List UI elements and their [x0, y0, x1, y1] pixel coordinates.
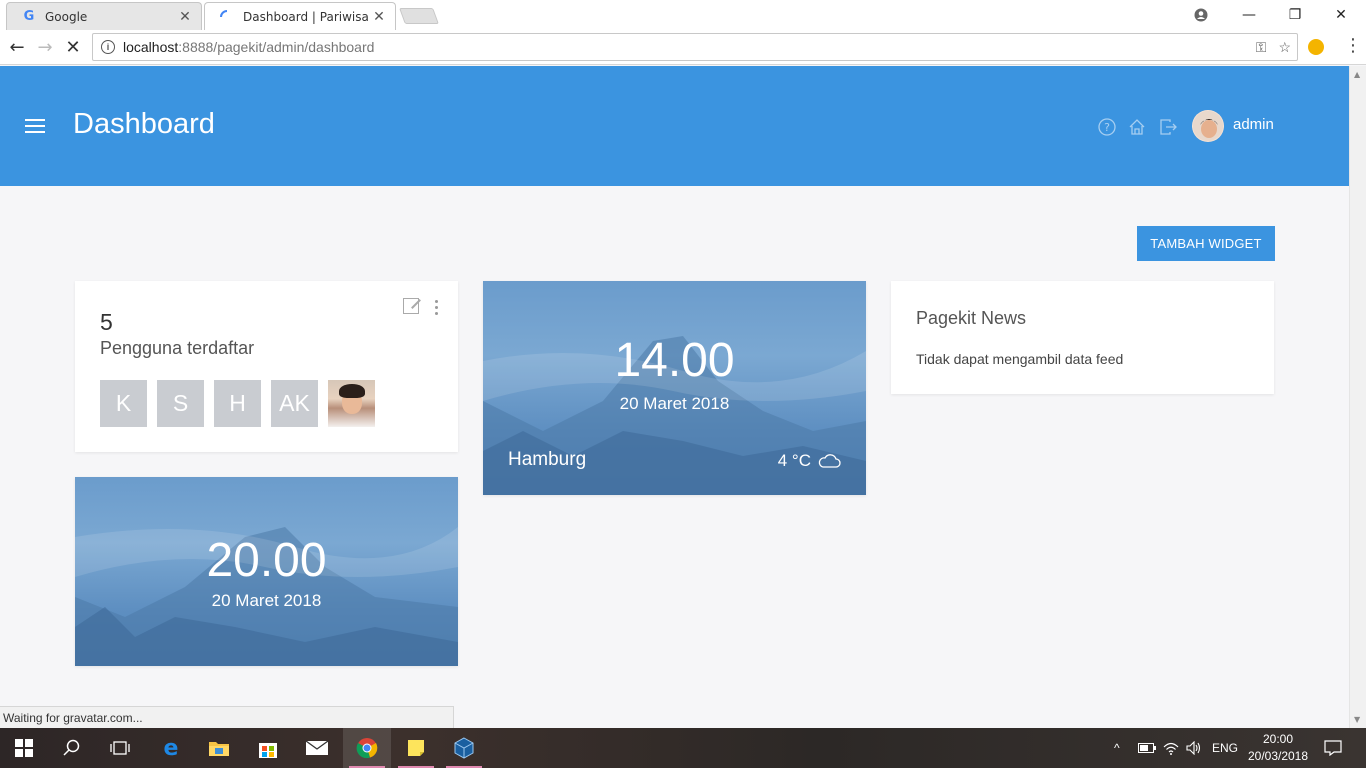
help-icon[interactable]: ? — [1098, 118, 1116, 136]
restore-icon[interactable]: ❐ — [1272, 0, 1318, 30]
volume-icon[interactable] — [1186, 728, 1202, 768]
new-tab-button[interactable] — [399, 8, 439, 24]
browser-toolbar: ← → ✕ i localhost:8888/pagekit/admin/das… — [0, 30, 1366, 65]
user-avatar-tile[interactable]: H — [214, 380, 261, 427]
more-options-icon[interactable] — [435, 298, 438, 315]
weather-info: 4 °C — [778, 451, 841, 471]
user-count: 5 — [100, 309, 113, 335]
user-avatar-tile[interactable]: S — [157, 380, 204, 427]
svg-text:e: e — [164, 737, 179, 759]
site-info-icon[interactable]: i — [101, 40, 115, 54]
bookmark-star-icon[interactable]: ☆ — [1278, 39, 1291, 56]
tab-dashboard[interactable]: Dashboard | Pariwisata ✕ — [204, 2, 396, 30]
windows-taskbar: e ^ ENG 20:00 20/03/2018 — [0, 728, 1366, 768]
address-bar[interactable]: i localhost:8888/pagekit/admin/dashboard… — [92, 33, 1298, 61]
key-icon[interactable]: ⚿ — [1256, 39, 1267, 56]
user-avatar-tile[interactable]: AK — [271, 380, 318, 427]
search-icon[interactable] — [48, 728, 96, 768]
task-view-icon[interactable] — [96, 728, 144, 768]
clock-widget-hamburg: 14.00 20 Maret 2018 Hamburg 4 °C — [483, 281, 866, 495]
city-name: Hamburg — [508, 449, 587, 470]
wifi-icon[interactable] — [1163, 728, 1179, 768]
forward-icon[interactable]: → — [34, 36, 56, 58]
clock-date: 20 Maret 2018 — [619, 394, 730, 413]
news-widget: Pagekit News Tidak dapat mengambil data … — [891, 281, 1274, 394]
show-hidden-icons[interactable]: ^ — [1114, 728, 1120, 768]
tab-title: Google — [45, 9, 88, 24]
mail-icon[interactable] — [293, 728, 341, 768]
sticky-notes-icon[interactable] — [392, 728, 440, 768]
add-widget-button[interactable]: Tambah Widget — [1137, 226, 1275, 261]
file-explorer-icon[interactable] — [195, 728, 243, 768]
news-title: Pagekit News — [916, 308, 1027, 328]
url-host: localhost — [123, 39, 179, 55]
url-path: :8888/pagekit/admin/dashboard — [178, 39, 375, 55]
user-avatar[interactable] — [1192, 110, 1224, 142]
user-avatar-photo[interactable] — [328, 380, 375, 427]
language-indicator[interactable]: ENG — [1212, 728, 1238, 768]
clock-time: 20.00 — [206, 534, 327, 587]
clock-time: 14.00 — [614, 334, 735, 387]
minimize-icon[interactable]: — — [1226, 0, 1272, 30]
user-avatar-tile[interactable]: K — [100, 380, 147, 427]
users-widget: 5 Pengguna terdaftar K S H AK — [75, 281, 458, 452]
clock-date: 20 Maret 2018 — [211, 591, 322, 610]
close-tab-icon[interactable]: ✕ — [369, 9, 389, 25]
browser-status-bar: Waiting for gravatar.com... — [0, 706, 454, 728]
browser-menu-icon[interactable]: ⋮ — [1344, 35, 1362, 56]
user-count-label: Pengguna terdaftar — [100, 338, 255, 358]
virtualbox-icon[interactable] — [440, 728, 488, 768]
google-favicon-icon: G — [23, 9, 35, 24]
app-header: Dashboard ? admin — [0, 66, 1349, 186]
cloud-icon — [818, 454, 841, 468]
edit-icon[interactable] — [403, 298, 419, 314]
hamburger-menu-icon[interactable] — [25, 119, 45, 133]
chrome-icon[interactable] — [343, 728, 391, 768]
system-clock[interactable]: 20:00 20/03/2018 — [1240, 731, 1316, 765]
news-message: Tidak dapat mengambil data feed — [916, 351, 1124, 367]
home-icon[interactable] — [1128, 118, 1146, 136]
action-center-icon[interactable] — [1324, 728, 1342, 768]
windows-start-icon[interactable] — [0, 728, 48, 768]
svg-text:?: ? — [1104, 121, 1110, 134]
loading-spinner-icon — [219, 9, 235, 25]
stop-loading-icon[interactable]: ✕ — [62, 36, 84, 58]
battery-icon[interactable] — [1138, 728, 1156, 768]
user-avatar-list: K S H AK — [100, 380, 375, 427]
tab-google[interactable]: G Google ✕ — [6, 2, 202, 30]
edge-browser-icon[interactable]: e — [147, 728, 195, 768]
back-icon[interactable]: ← — [6, 36, 28, 58]
page-scrollbar[interactable]: ▲ ▼ — [1349, 66, 1366, 728]
extension-icon[interactable] — [1308, 39, 1324, 55]
logout-icon[interactable] — [1159, 118, 1177, 136]
tab-title: Dashboard | Pariwisata — [243, 9, 369, 24]
window-close-icon[interactable]: ✕ — [1318, 0, 1364, 30]
page-title: Dashboard — [73, 108, 215, 140]
scroll-up-icon[interactable]: ▲ — [1354, 70, 1360, 79]
profile-icon[interactable] — [1178, 0, 1224, 30]
system-date: 20/03/2018 — [1247, 749, 1309, 763]
scroll-down-icon[interactable]: ▼ — [1354, 715, 1360, 724]
browser-tabstrip: G Google ✕ Dashboard | Pariwisata ✕ — ❐ … — [0, 0, 1366, 30]
temperature: 4 °C — [777, 451, 811, 470]
system-time: 20:00 — [1262, 732, 1294, 746]
username-label[interactable]: admin — [1233, 116, 1274, 133]
store-icon[interactable] — [244, 728, 292, 768]
clock-widget-local: 20.00 20 Maret 2018 — [75, 477, 458, 666]
close-tab-icon[interactable]: ✕ — [175, 9, 195, 25]
